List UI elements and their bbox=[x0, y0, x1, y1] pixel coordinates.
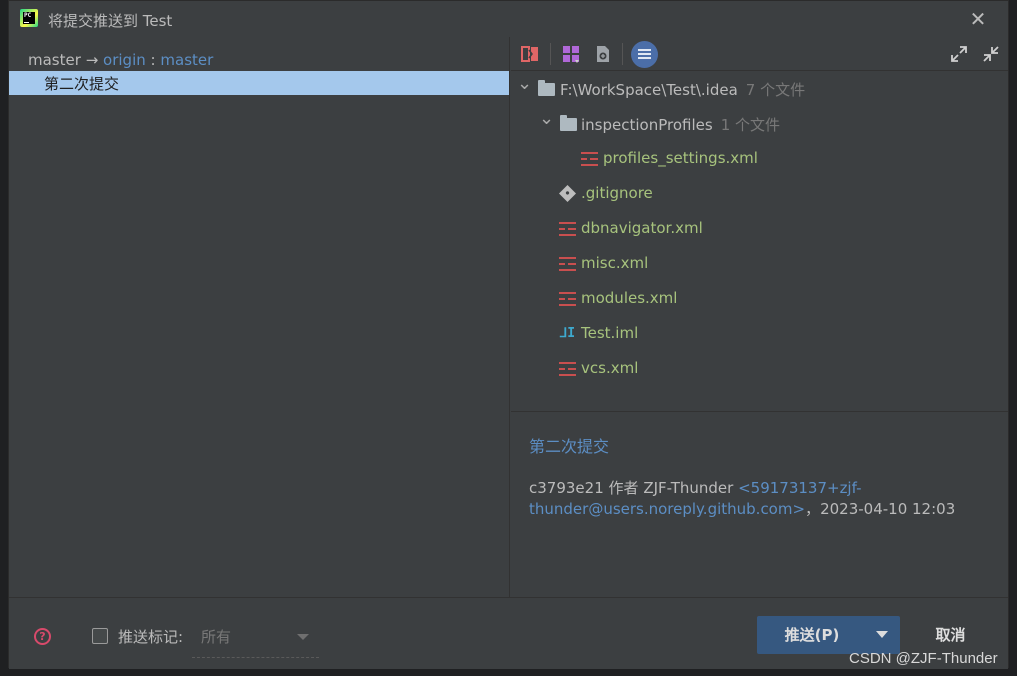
group-by-icon[interactable] bbox=[561, 44, 581, 64]
changes-pane: ⌄ F:\WorkSpace\Test\.idea 7 个文件 ⌄ inspect… bbox=[511, 37, 1008, 597]
watermark-text: CSDN @ZJF-Thunder bbox=[849, 650, 998, 667]
xml-file-icon bbox=[581, 152, 598, 167]
details-meta: c3793e21 作者 ZJF-Thunder <59173137+zjf-th… bbox=[529, 478, 989, 520]
pane-divider[interactable] bbox=[511, 411, 1008, 412]
commits-pane: master → origin : master 第二次提交 bbox=[9, 37, 510, 597]
tags-dropdown-value: 所有 bbox=[201, 628, 232, 646]
folder-name: inspectionProfiles bbox=[581, 116, 713, 134]
pycharm-logo-icon: PC bbox=[20, 9, 38, 27]
author-name: ZJF-Thunder bbox=[643, 479, 734, 497]
push-options-dropdown-icon[interactable] bbox=[876, 631, 888, 638]
push-button-label: 推送(P) bbox=[784, 626, 840, 644]
author-prefix: 作者 bbox=[608, 479, 639, 497]
chevron-down-icon bbox=[297, 634, 309, 640]
help-icon[interactable]: ? bbox=[34, 628, 51, 645]
commit-hash: c3793e21 bbox=[529, 479, 604, 497]
iml-file-icon: ⅃I bbox=[560, 326, 576, 341]
xml-file-icon bbox=[559, 292, 576, 307]
file-name: profiles_settings.xml bbox=[603, 149, 758, 167]
file-name: Test.iml bbox=[581, 324, 639, 342]
show-diff-icon[interactable] bbox=[593, 44, 613, 64]
diff-icon[interactable] bbox=[520, 44, 540, 64]
list-view-icon[interactable] bbox=[631, 41, 658, 68]
file-name: .gitignore bbox=[581, 184, 653, 202]
push-tags-checkbox[interactable] bbox=[92, 628, 108, 644]
branch-separator: : bbox=[150, 51, 156, 69]
toolbar-separator bbox=[622, 43, 623, 65]
folder-icon bbox=[560, 115, 577, 131]
push-commits-dialog: PC 将提交推送到 Test ✕ master → origin : maste… bbox=[8, 0, 1009, 669]
root-path: F:\WorkSpace\Test\.idea bbox=[560, 81, 738, 99]
remote-branch-link[interactable]: master bbox=[160, 51, 213, 69]
file-name: misc.xml bbox=[581, 254, 649, 272]
expand-all-icon[interactable] bbox=[949, 44, 969, 64]
file-name: dbnavigator.xml bbox=[581, 219, 703, 237]
commit-message: 第二次提交 bbox=[44, 75, 120, 93]
push-tags-label: 推送标记: bbox=[118, 628, 184, 646]
close-icon[interactable]: ✕ bbox=[968, 9, 988, 29]
window-title: 将提交推送到 Test bbox=[48, 12, 173, 30]
file-name: vcs.xml bbox=[581, 359, 639, 377]
date-separator: ， bbox=[805, 500, 821, 518]
changes-toolbar bbox=[511, 37, 1008, 71]
chevron-down-icon[interactable]: ⌄ bbox=[517, 75, 532, 93]
xml-file-icon bbox=[559, 257, 576, 272]
local-branch: master bbox=[28, 51, 81, 69]
title-bar: PC 将提交推送到 Test ✕ bbox=[9, 1, 1008, 37]
xml-file-icon bbox=[559, 222, 576, 237]
arrow-glyph: → bbox=[85, 51, 99, 69]
git-icon bbox=[559, 185, 576, 202]
cancel-button[interactable]: 取消 bbox=[913, 616, 988, 654]
details-commit-message: 第二次提交 bbox=[529, 437, 610, 456]
xml-file-icon bbox=[559, 362, 576, 377]
file-name: modules.xml bbox=[581, 289, 678, 307]
push-button[interactable]: 推送(P) bbox=[757, 616, 900, 654]
commit-details: 第二次提交 c3793e21 作者 ZJF-Thunder <59173137+… bbox=[529, 433, 989, 518]
folder-file-count: 1 个文件 bbox=[720, 116, 780, 134]
toolbar-separator bbox=[550, 43, 551, 65]
branch-mapping: master → origin : master bbox=[28, 51, 213, 69]
root-file-count: 7 个文件 bbox=[745, 81, 806, 99]
commit-row[interactable]: 第二次提交 bbox=[9, 71, 509, 95]
collapse-all-icon[interactable] bbox=[981, 44, 1001, 64]
chevron-down-icon[interactable]: ⌄ bbox=[539, 110, 554, 128]
tags-dropdown[interactable]: 所有 bbox=[192, 620, 319, 658]
commit-date: 2023-04-10 12:03 bbox=[820, 500, 956, 518]
remote-name-link[interactable]: origin bbox=[103, 51, 146, 69]
folder-icon bbox=[538, 80, 555, 96]
